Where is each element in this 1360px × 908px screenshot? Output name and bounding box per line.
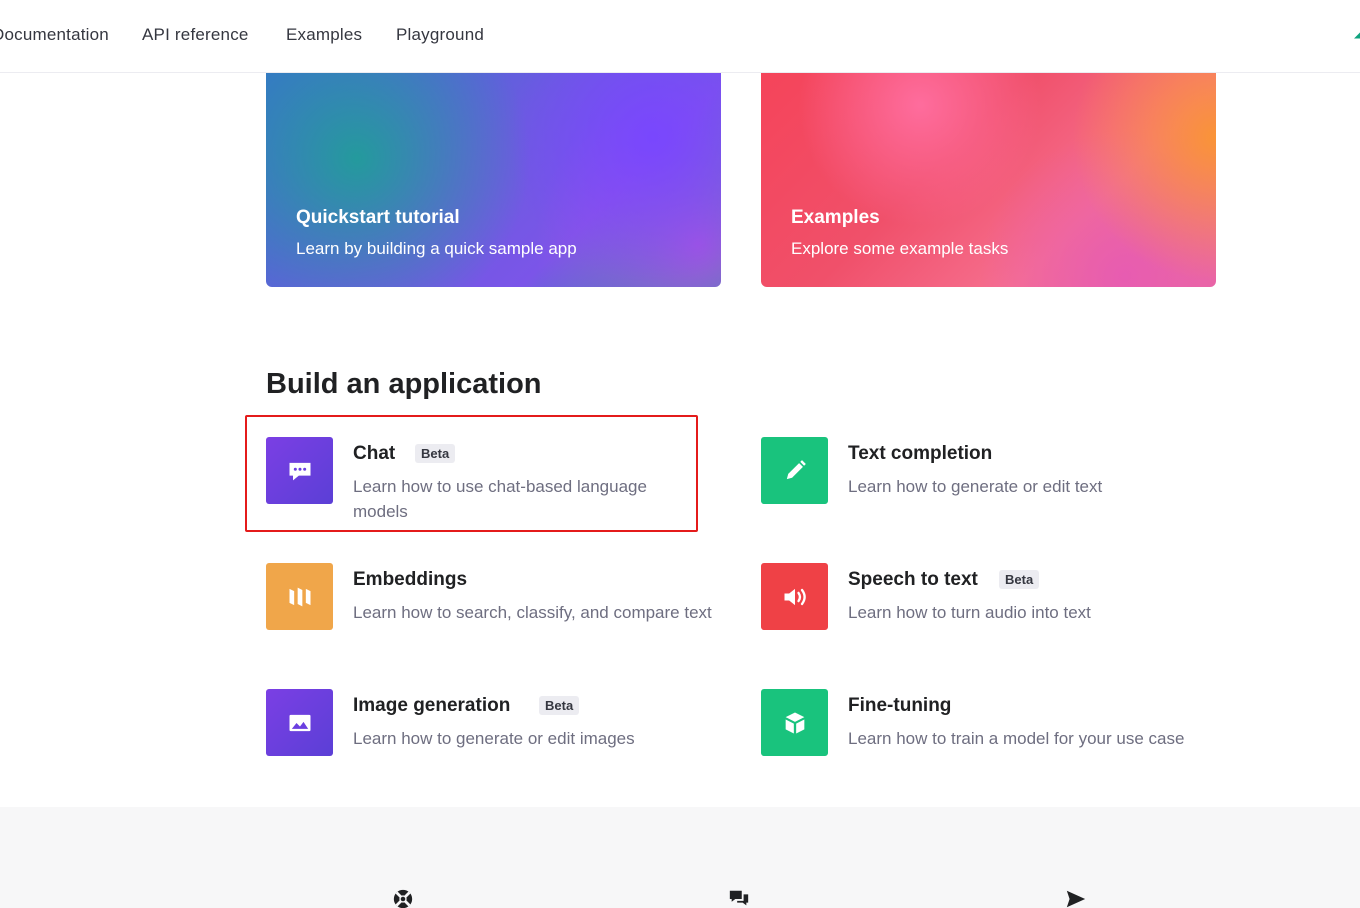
beta-badge: Beta (415, 444, 456, 463)
speaker-icon (761, 563, 828, 630)
app-fine-tuning[interactable]: Fine-tuning Learn how to train a model f… (761, 689, 1221, 779)
beta-badge: Beta (539, 696, 580, 715)
cube-icon (761, 689, 828, 756)
send-icon[interactable] (1065, 888, 1087, 908)
app-embeddings[interactable]: Embeddings Learn how to search, classify… (266, 563, 726, 653)
examples-card[interactable]: Examples Explore some example tasks (761, 73, 1216, 287)
app-title: Embeddings (353, 569, 468, 590)
app-description: Learn how to turn audio into text (848, 603, 1091, 622)
beta-badge: Beta (999, 570, 1040, 589)
app-title: Image generation (353, 695, 511, 716)
app-title: Chat (353, 443, 396, 464)
nav-api-reference[interactable]: API reference (142, 25, 249, 45)
app-description: Learn how to generate or edit images (353, 729, 635, 748)
app-title: Speech to text (848, 569, 978, 590)
app-description: Learn how to generate or edit text (848, 477, 1103, 496)
app-image-generation[interactable]: Image generation Beta Learn how to gener… (266, 689, 726, 779)
app-chat[interactable]: Chat Beta Learn how to use chat-based la… (266, 437, 726, 527)
section-title: Build an application (266, 368, 542, 400)
hero-title: Examples (791, 207, 880, 228)
quickstart-tutorial-card[interactable]: Quickstart tutorial Learn by building a … (266, 73, 721, 287)
chat-icon[interactable] (728, 888, 750, 908)
hero-title: Quickstart tutorial (296, 207, 460, 228)
top-navigation: Documentation API reference Examples Pla… (0, 0, 1360, 73)
chat-bubble-icon (266, 437, 333, 504)
hero-description: Explore some example tasks (791, 239, 1009, 258)
lifebuoy-icon[interactable] (392, 888, 414, 908)
image-icon (266, 689, 333, 756)
app-description: Learn how to train a model for your use … (848, 729, 1185, 748)
app-text-completion[interactable]: Text completion Learn how to generate or… (761, 437, 1221, 527)
app-title: Fine-tuning (848, 695, 952, 716)
app-title: Text completion (848, 443, 993, 464)
nav-edge-icon: ◢ (1354, 26, 1360, 40)
nav-examples[interactable]: Examples (286, 25, 362, 45)
pencil-icon (761, 437, 828, 504)
nav-documentation[interactable]: Documentation (0, 25, 109, 45)
app-description: Learn how to search, classify, and compa… (353, 603, 712, 622)
nav-playground[interactable]: Playground (396, 25, 484, 45)
columns-icon (266, 563, 333, 630)
app-description: Learn how to use chat-based language mod… (353, 477, 647, 521)
hero-description: Learn by building a quick sample app (296, 239, 577, 258)
footer (0, 807, 1360, 908)
app-speech-to-text[interactable]: Speech to text Beta Learn how to turn au… (761, 563, 1221, 653)
